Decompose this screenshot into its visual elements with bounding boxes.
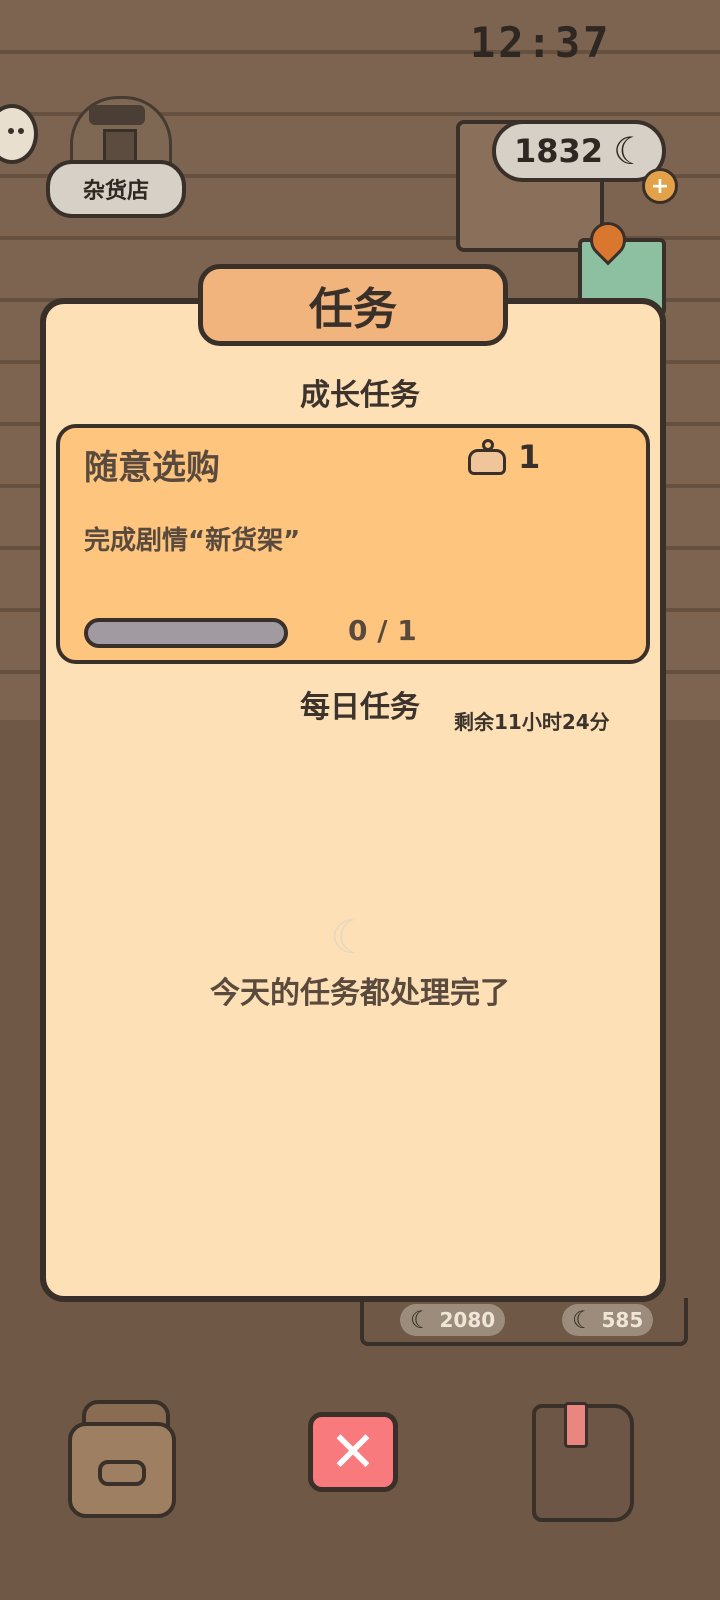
add-currency-button[interactable]: + [642, 168, 678, 204]
item-price-tag: ☾ 585 [562, 1304, 654, 1336]
moon-icon: ☾ [330, 910, 372, 964]
price-value: 2080 [439, 1308, 496, 1332]
currency-counter: 1832 ☾ [492, 120, 666, 182]
reward-count: 1 [518, 438, 541, 476]
close-button[interactable]: ✕ [308, 1412, 398, 1492]
task-name: 随意选购 [84, 448, 220, 488]
task-description: 完成剧情“新货架” [84, 526, 301, 556]
bag-icon [468, 439, 508, 475]
task-progress-text: 0 / 1 [348, 614, 417, 647]
growth-tasks-heading: 成长任务 [300, 378, 420, 413]
daily-remaining-time: 剩余11小时24分 [454, 710, 610, 734]
price-value: 585 [601, 1308, 644, 1332]
item-price-tag: ☾ 2080 [400, 1304, 506, 1336]
daily-tasks-heading: 每日任务 [300, 690, 420, 725]
task-card[interactable]: 随意选购 1 完成剧情“新货架” 0 / 1 [56, 424, 650, 664]
backpack-icon[interactable] [68, 1400, 180, 1520]
dialog-title: 任务 [198, 264, 508, 346]
task-reward: 1 [468, 438, 540, 476]
tasks-complete-message: 今天的任务都处理完了 [210, 976, 510, 1011]
currency-amount: 1832 [514, 132, 604, 170]
moon-icon: ☾ [572, 1306, 594, 1334]
notebook-icon[interactable] [532, 1402, 634, 1522]
task-progress-bar [84, 618, 288, 648]
moon-icon: ☾ [410, 1306, 432, 1334]
shop-name-label[interactable]: 杂货店 [46, 160, 186, 218]
moon-icon: ☾ [613, 129, 648, 173]
clock-display: 12:37 [470, 18, 612, 67]
